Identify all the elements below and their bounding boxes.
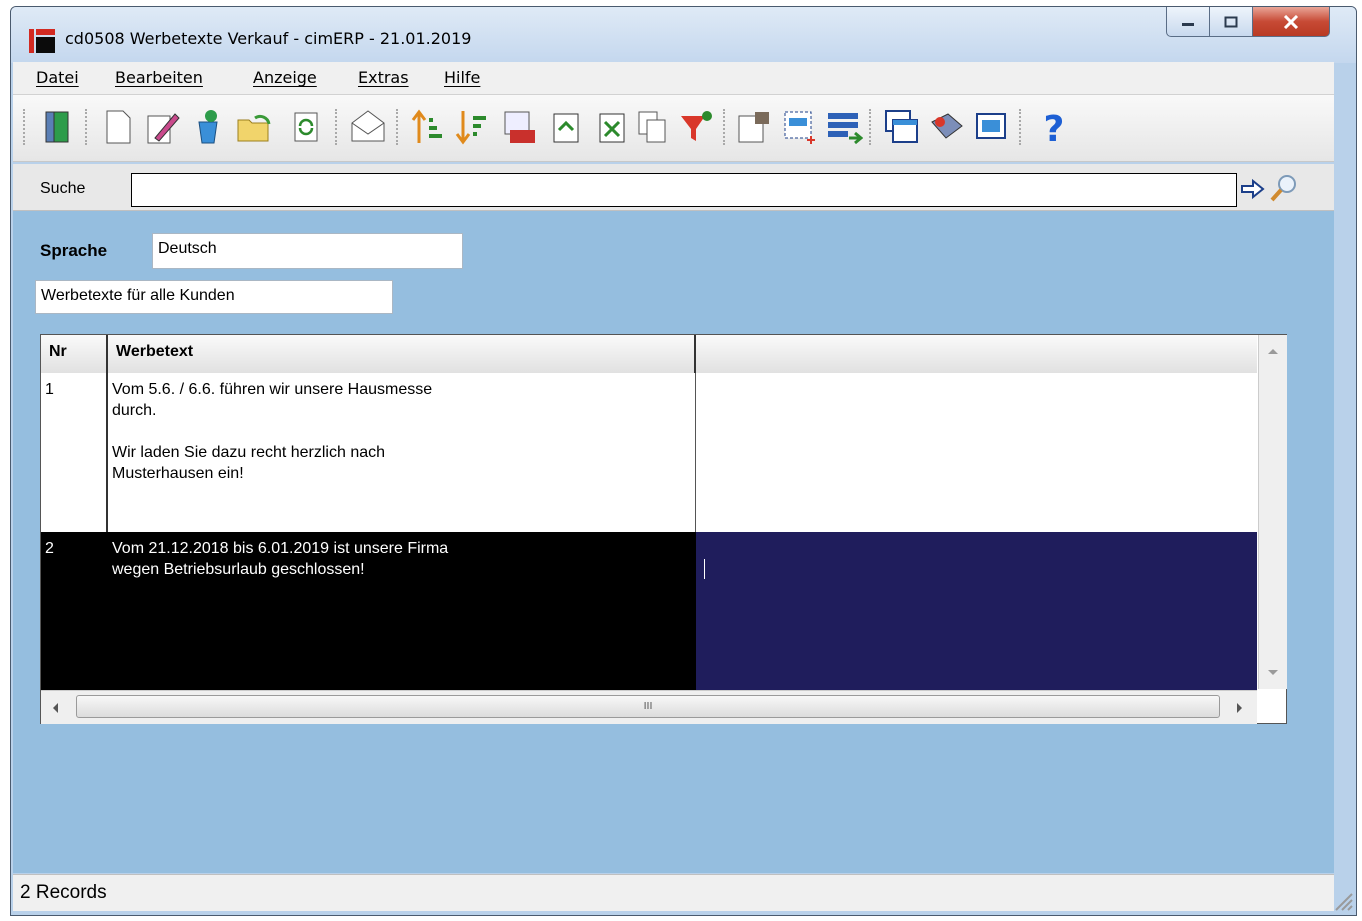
- cell-nr[interactable]: 1: [41, 373, 108, 532]
- svg-text:?: ?: [1044, 109, 1065, 146]
- sort-descending-icon[interactable]: [453, 108, 491, 146]
- help-icon[interactable]: ?: [1035, 108, 1073, 146]
- app-logo-icon: [29, 29, 55, 53]
- toolbar-separator: [396, 109, 401, 145]
- column-header-extra[interactable]: [696, 335, 1257, 373]
- toolbar-separator: [335, 109, 340, 145]
- title-bar[interactable]: cd0508 Werbetexte Verkauf - cimERP - 21.…: [11, 7, 1356, 63]
- refresh-icon[interactable]: [287, 108, 325, 146]
- arrow-right-icon[interactable]: [1240, 177, 1266, 201]
- minimize-button[interactable]: [1166, 7, 1210, 37]
- toolbar: ?: [13, 95, 1334, 162]
- cell-werbetext[interactable]: Vom 5.6. / 6.6. führen wir unsere Hausme…: [108, 373, 696, 532]
- menu-bar: Datei Bearbeiten Anzeige Extras Hilfe: [13, 62, 1334, 95]
- menu-anzeige[interactable]: Anzeige: [253, 68, 317, 87]
- cell-extra-active[interactable]: [696, 532, 1257, 690]
- table-row[interactable]: 1 Vom 5.6. / 6.6. führen wir unsere Haus…: [41, 373, 1257, 532]
- windows-icon[interactable]: [883, 108, 921, 146]
- new-document-icon[interactable]: [99, 108, 137, 146]
- select-area-icon[interactable]: [781, 108, 819, 146]
- text-cursor: [704, 559, 705, 579]
- menu-extras[interactable]: Extras: [358, 68, 409, 87]
- layout-arrow-icon[interactable]: [825, 108, 863, 146]
- exit-door-icon[interactable]: [38, 108, 76, 146]
- toolbar-separator: [23, 109, 28, 145]
- maximize-icon: [1224, 16, 1238, 27]
- close-icon: [1283, 14, 1299, 29]
- grid-header: Nr Werbetext: [41, 335, 1257, 375]
- menu-bearbeiten[interactable]: Bearbeiten: [115, 68, 203, 87]
- toolbar-separator: [1019, 109, 1024, 145]
- export-icon[interactable]: [545, 108, 583, 146]
- status-bar: [13, 874, 1334, 911]
- scroll-down-icon[interactable]: [1267, 669, 1279, 677]
- cell-werbetext[interactable]: Vom 21.12.2018 bis 6.01.2019 ist unsere …: [108, 532, 696, 690]
- column-header-nr[interactable]: Nr: [41, 335, 108, 373]
- description-field[interactable]: Werbetexte für alle Kunden: [35, 280, 393, 314]
- filter-funnel-icon[interactable]: [677, 108, 715, 146]
- menu-hilfe[interactable]: Hilfe: [444, 68, 480, 87]
- edit-pencil-icon[interactable]: [143, 108, 181, 146]
- scroll-right-icon[interactable]: [1236, 702, 1244, 714]
- magnifier-icon[interactable]: [1269, 173, 1299, 203]
- number-list-icon[interactable]: [500, 108, 538, 146]
- column-header-werbetext[interactable]: Werbetext: [108, 335, 696, 373]
- mail-icon[interactable]: [349, 108, 387, 146]
- minimize-icon: [1182, 22, 1194, 26]
- scroll-left-icon[interactable]: [51, 702, 59, 714]
- sprache-label: Sprache: [40, 241, 108, 260]
- toolbar-separator: [869, 109, 874, 145]
- horizontal-scrollbar[interactable]: III: [41, 690, 1257, 724]
- sprache-field[interactable]: Deutsch: [152, 233, 463, 269]
- table-row[interactable]: 2 Vom 21.12.2018 bis 6.01.2019 ist unser…: [41, 532, 1257, 690]
- search-label: Suche: [40, 180, 86, 197]
- window-title: cd0508 Werbetexte Verkauf - cimERP - 21.…: [65, 29, 472, 48]
- resize-grip-icon[interactable]: [1330, 888, 1354, 912]
- werbetext-grid: Nr Werbetext 1 Vom 5.6. / 6.6. führen wi…: [40, 334, 1287, 724]
- search-input[interactable]: [131, 173, 1237, 207]
- close-button[interactable]: [1252, 7, 1330, 37]
- menu-datei[interactable]: Datei: [36, 68, 79, 87]
- excel-export-icon[interactable]: [591, 108, 629, 146]
- open-folder-icon[interactable]: [235, 108, 273, 146]
- recycle-delete-icon[interactable]: [189, 108, 227, 146]
- toolbar-separator: [723, 109, 728, 145]
- cell-nr[interactable]: 2: [41, 532, 108, 690]
- scroll-up-icon[interactable]: [1267, 347, 1279, 355]
- grid-settings-icon[interactable]: [973, 108, 1011, 146]
- cell-extra[interactable]: [696, 373, 1257, 532]
- properties-icon[interactable]: [735, 108, 773, 146]
- maximize-button[interactable]: [1209, 7, 1253, 37]
- scroll-thumb[interactable]: III: [76, 695, 1220, 718]
- vertical-scrollbar[interactable]: [1258, 335, 1287, 689]
- record-count: 2 Records: [20, 882, 107, 903]
- toolbar-separator: [85, 109, 90, 145]
- book-icon[interactable]: [928, 108, 966, 146]
- copy-icon[interactable]: [633, 108, 671, 146]
- sort-ascending-icon[interactable]: [409, 108, 447, 146]
